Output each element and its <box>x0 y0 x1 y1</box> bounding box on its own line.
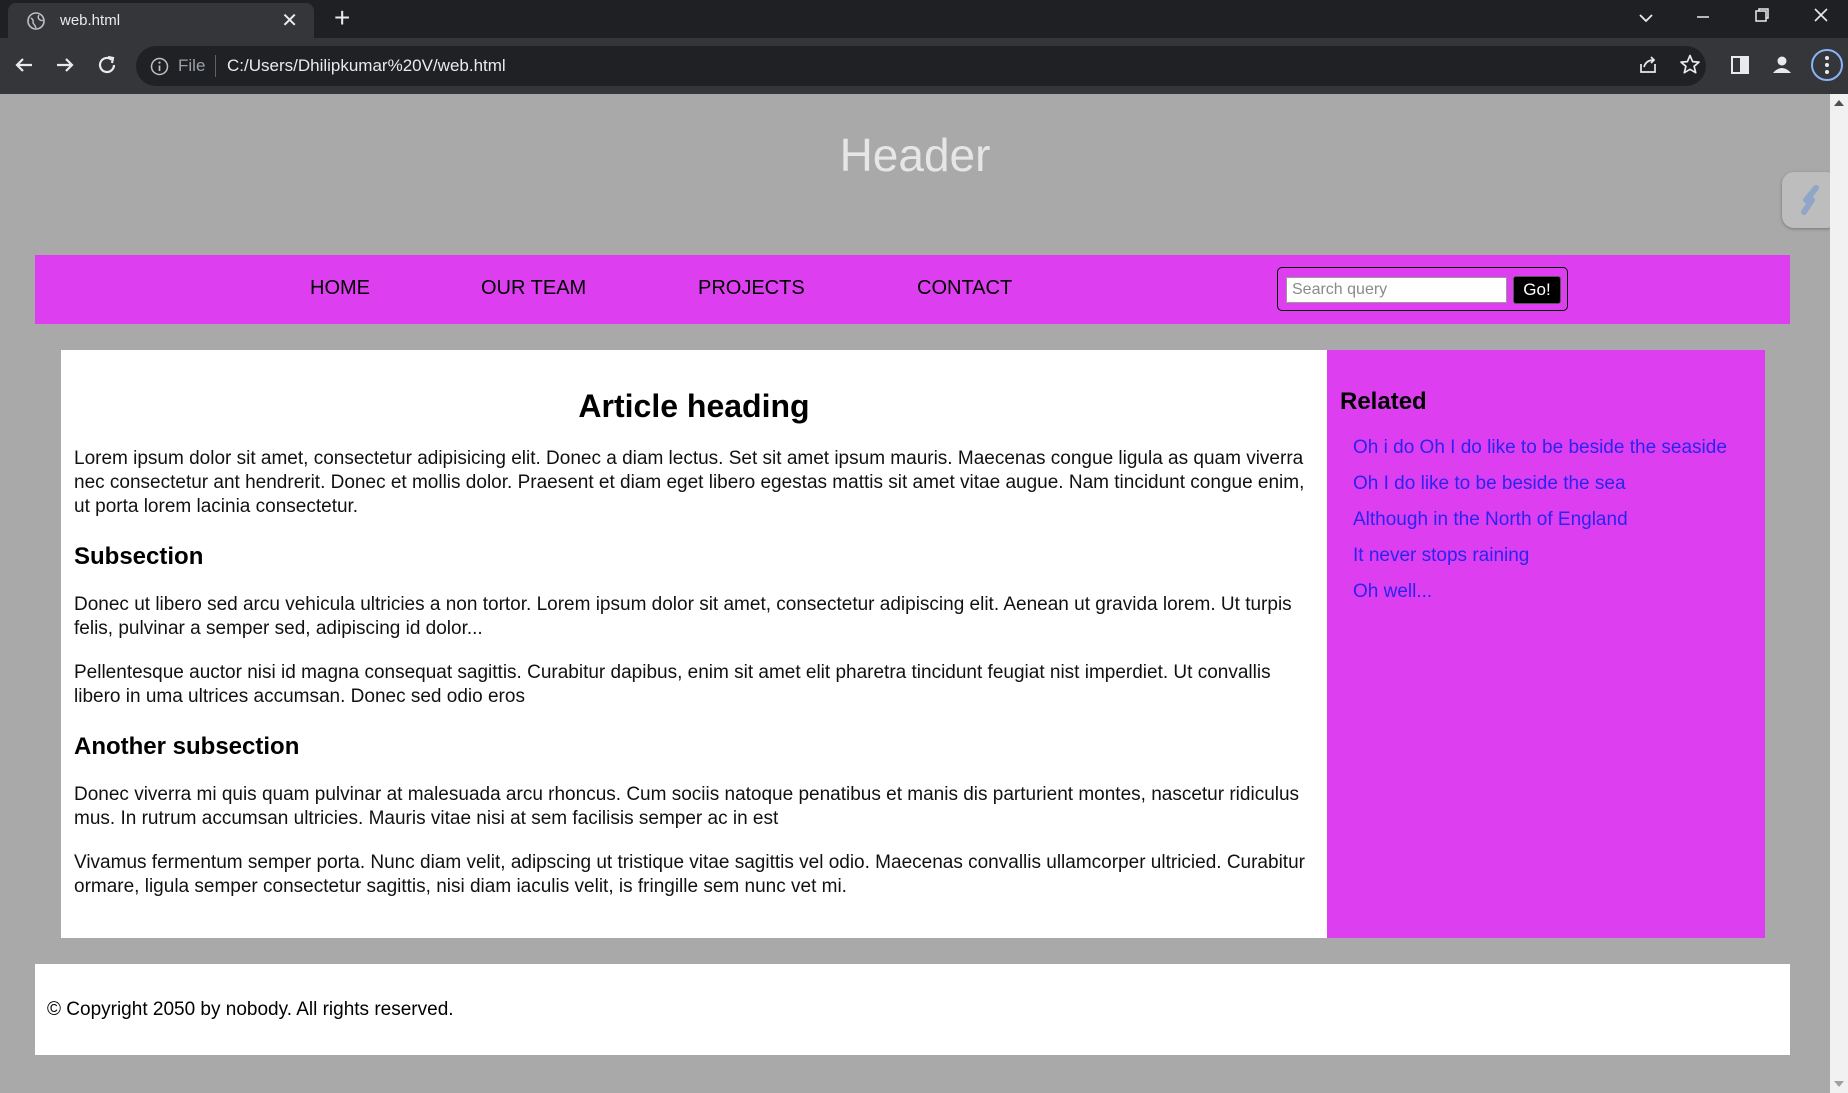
related-heading: Related <box>1340 388 1427 415</box>
minimize-icon[interactable] <box>1694 8 1712 26</box>
copyright-text: © Copyright 2050 by nobody. All rights r… <box>47 999 454 1020</box>
browser-tab[interactable]: web.html ✕ <box>8 3 314 38</box>
list-item: It never stops raining <box>1353 544 1752 568</box>
related-link[interactable]: Oh well... <box>1353 581 1432 602</box>
search-go-button[interactable]: Go! <box>1513 276 1561 304</box>
forward-arrow-icon[interactable] <box>51 51 79 79</box>
nav-our-team-link[interactable]: OUR TEAM <box>481 277 586 300</box>
list-item: Although in the North of England <box>1353 508 1752 532</box>
address-bar[interactable]: File C:/Users/Dhilipkumar%20V/web.html <box>136 46 1706 86</box>
extension-glyph <box>1801 185 1819 215</box>
page-viewport: Header HOME OUR TEAM PROJECTS CONTACT Go… <box>0 94 1830 1093</box>
back-arrow-icon[interactable] <box>10 51 38 79</box>
sidepanel-icon[interactable] <box>1727 52 1753 78</box>
related-sidebar: Related Oh i do Oh I do like to be besid… <box>1327 350 1765 938</box>
scroll-up-arrow-icon[interactable] <box>1834 100 1844 106</box>
related-link[interactable]: It never stops raining <box>1353 545 1529 566</box>
window-close-icon[interactable] <box>1812 6 1830 24</box>
browser-toolbar: File C:/Users/Dhilipkumar%20V/web.html <box>0 38 1848 94</box>
restore-icon[interactable] <box>1753 6 1771 24</box>
page-footer: © Copyright 2050 by nobody. All rights r… <box>35 964 1790 1055</box>
subsection-heading: Subsection <box>74 543 204 570</box>
list-item: Oh i do Oh I do like to be beside the se… <box>1353 436 1752 460</box>
subsection-paragraph-1: Donec ut libero sed arcu vehicula ultric… <box>74 594 1292 639</box>
tab-title: web.html <box>60 12 121 29</box>
browser-tab-strip: web.html ✕ + <box>0 0 1848 38</box>
related-link[interactable]: Although in the North of England <box>1353 509 1628 530</box>
another-subsection-heading: Another subsection <box>74 733 300 760</box>
article-content: Article heading Lorem ipsum dolor sit am… <box>61 350 1327 938</box>
extension-icon[interactable] <box>1782 172 1830 228</box>
article-heading: Article heading <box>578 388 810 424</box>
menu-dots-icon[interactable] <box>1810 48 1844 82</box>
new-tab-button[interactable]: + <box>334 2 350 34</box>
related-link[interactable]: Oh I do like to be beside the sea <box>1353 473 1626 494</box>
related-link[interactable]: Oh i do Oh I do like to be beside the se… <box>1353 437 1727 458</box>
nav-projects-link[interactable]: PROJECTS <box>698 277 805 300</box>
main-navigation: HOME OUR TEAM PROJECTS CONTACT Go! <box>35 255 1790 324</box>
vertical-scrollbar[interactable] <box>1830 94 1848 1093</box>
related-links-list: Oh i do Oh I do like to be beside the se… <box>1340 436 1752 604</box>
reload-icon[interactable] <box>93 51 121 79</box>
share-icon[interactable] <box>1636 52 1662 78</box>
nav-contact-link[interactable]: CONTACT <box>917 277 1012 300</box>
search-input[interactable] <box>1286 277 1507 303</box>
globe-icon <box>27 12 45 30</box>
article-intro: Lorem ipsum dolor sit amet, consectetur … <box>74 448 1305 517</box>
list-item: Oh I do like to be beside the sea <box>1353 472 1752 496</box>
url-text[interactable]: C:/Users/Dhilipkumar%20V/web.html <box>227 56 506 76</box>
profile-icon[interactable] <box>1769 52 1795 78</box>
url-scheme-label: File <box>178 56 206 75</box>
list-item: Oh well... <box>1353 580 1752 604</box>
omnibox-divider <box>215 55 216 77</box>
tab-search-chevron-icon[interactable] <box>1636 8 1656 28</box>
nav-home-link[interactable]: HOME <box>310 277 370 300</box>
search-form: Go! <box>1277 267 1568 311</box>
scroll-down-arrow-icon[interactable] <box>1834 1081 1844 1087</box>
another-subsection-paragraph-1: Donec viverra mi quis quam pulvinar at m… <box>74 784 1300 829</box>
star-icon[interactable] <box>1677 52 1703 78</box>
tab-close-icon[interactable]: ✕ <box>281 8 298 33</box>
another-subsection-paragraph-2: Vivamus fermentum semper porta. Nunc dia… <box>74 852 1305 897</box>
page-header: Header <box>839 129 991 181</box>
subsection-paragraph-2: Pellentesque auctor nisi id magna conseq… <box>74 662 1271 707</box>
info-icon[interactable] <box>150 57 169 76</box>
